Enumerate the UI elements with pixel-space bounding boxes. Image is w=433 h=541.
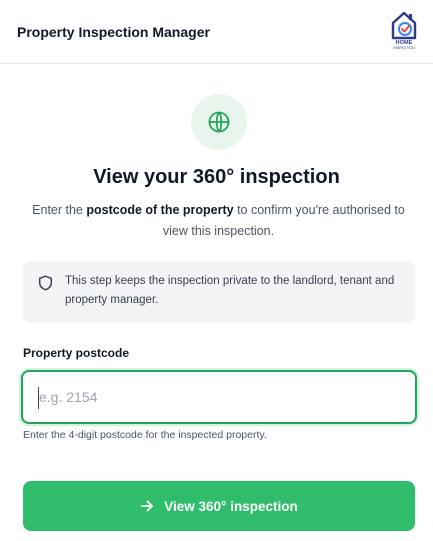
postcode-hint: Enter the 4-digit postcode for the inspe… (23, 429, 267, 441)
postcode-input[interactable] (23, 372, 415, 422)
text-caret (38, 387, 39, 409)
postcode-label: Property postcode (23, 346, 130, 360)
page-heading: View your 360° inspection (93, 166, 340, 188)
shield-icon (38, 275, 53, 291)
view-inspection-button[interactable]: View 360° inspection (23, 481, 415, 531)
arrow-right-icon (141, 500, 154, 512)
postcode-input-wrapper[interactable] (21, 370, 417, 424)
privacy-notice: This step keeps the inspection private t… (23, 261, 415, 323)
logo-subtext: INSPECTION (393, 45, 415, 50)
instructions-emphasis: postcode of the property (86, 203, 234, 217)
globe-icon (208, 111, 230, 133)
app-header: Property Inspection Manager HOME INSPECT… (0, 0, 433, 64)
instructions-text: Enter the postcode of the property to co… (26, 200, 411, 242)
view-inspection-label: View 360° inspection (164, 498, 298, 514)
house-check-icon (391, 11, 417, 39)
privacy-text: This step keeps the inspection private t… (65, 275, 395, 306)
home-inspection-logo[interactable]: HOME INSPECTION (389, 10, 419, 54)
globe-badge (191, 94, 247, 150)
app-title: Property Inspection Manager (17, 23, 210, 40)
instructions-prefix: Enter the (32, 203, 87, 217)
